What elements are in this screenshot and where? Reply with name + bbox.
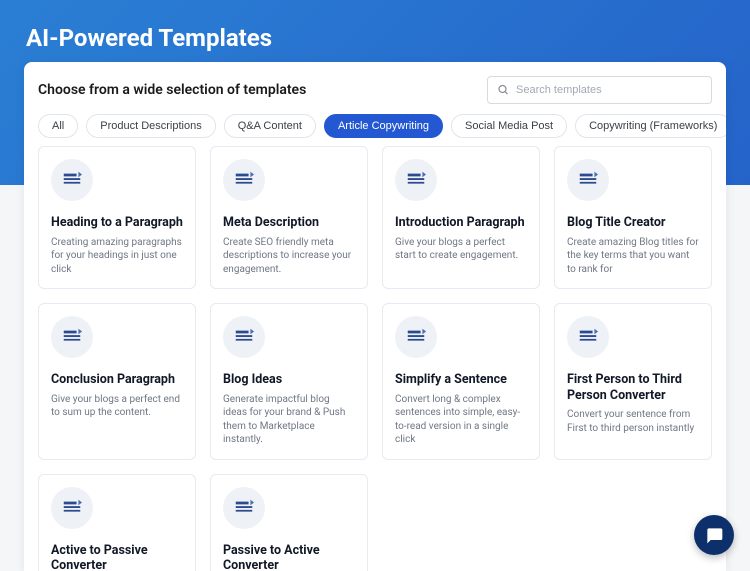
cards-scroll-area[interactable]: Heading to a Paragraph Creating amazing … <box>24 146 726 571</box>
card-title: Simplify a Sentence <box>395 372 527 388</box>
card-desc: Give your blogs a perfect end to sum up … <box>51 393 183 420</box>
card-title: Active to Passive Converter <box>51 543 183 571</box>
search-input[interactable] <box>487 76 712 104</box>
template-card[interactable]: Introduction Paragraph Give your blogs a… <box>382 146 540 289</box>
tab-copywriting-frameworks[interactable]: Copywriting (Frameworks) <box>575 114 726 138</box>
templates-grid: Heading to a Paragraph Creating amazing … <box>38 146 712 571</box>
card-desc: Create amazing Blog titles for the key t… <box>567 236 699 277</box>
tab-qa-content[interactable]: Q&A Content <box>224 114 316 138</box>
template-card[interactable]: Simplify a Sentence Convert long & compl… <box>382 303 540 460</box>
card-title: Blog Title Creator <box>567 215 699 231</box>
card-title: Heading to a Paragraph <box>51 215 183 231</box>
document-icon <box>223 159 265 201</box>
page-title: AI-Powered Templates <box>0 0 750 52</box>
document-icon <box>395 159 437 201</box>
tab-product-descriptions[interactable]: Product Descriptions <box>86 114 216 138</box>
card-desc: Creating amazing paragraphs for your hea… <box>51 236 183 277</box>
tab-article-copywriting[interactable]: Article Copywriting <box>324 114 443 138</box>
card-desc: Convert long & complex sentences into si… <box>395 393 527 447</box>
card-desc: Give your blogs a perfect start to creat… <box>395 236 527 263</box>
document-icon <box>223 487 265 529</box>
card-desc: Generate impactful blog ideas for your b… <box>223 393 355 447</box>
chat-launcher[interactable] <box>694 515 734 555</box>
document-icon <box>51 159 93 201</box>
templates-panel: Choose from a wide selection of template… <box>24 62 726 571</box>
document-icon <box>223 316 265 358</box>
template-card[interactable]: Active to Passive Converter <box>38 474 196 571</box>
tab-social-media-post[interactable]: Social Media Post <box>451 114 567 138</box>
tab-all[interactable]: All <box>38 114 78 138</box>
document-icon <box>51 487 93 529</box>
search-container <box>487 76 712 104</box>
document-icon <box>567 316 609 358</box>
card-desc: Convert your sentence from First to thir… <box>567 408 699 435</box>
category-tabs: All Product Descriptions Q&A Content Art… <box>24 114 726 146</box>
template-card[interactable]: Blog Title Creator Create amazing Blog t… <box>554 146 712 289</box>
document-icon <box>567 159 609 201</box>
template-card[interactable]: Passive to Active Converter <box>210 474 368 571</box>
document-icon <box>395 316 437 358</box>
card-title: Meta Description <box>223 215 355 231</box>
card-title: Introduction Paragraph <box>395 215 527 231</box>
template-card[interactable]: First Person to Third Person Converter C… <box>554 303 712 460</box>
card-title: Blog Ideas <box>223 372 355 388</box>
card-title: Passive to Active Converter <box>223 543 355 571</box>
template-card[interactable]: Conclusion Paragraph Give your blogs a p… <box>38 303 196 460</box>
template-card[interactable]: Meta Description Create SEO friendly met… <box>210 146 368 289</box>
card-desc: Create SEO friendly meta descriptions to… <box>223 236 355 277</box>
card-title: Conclusion Paragraph <box>51 372 183 388</box>
template-card[interactable]: Blog Ideas Generate impactful blog ideas… <box>210 303 368 460</box>
template-card[interactable]: Heading to a Paragraph Creating amazing … <box>38 146 196 289</box>
card-title: First Person to Third Person Converter <box>567 372 699 403</box>
chat-icon <box>704 525 724 545</box>
panel-subtitle: Choose from a wide selection of template… <box>38 82 306 98</box>
document-icon <box>51 316 93 358</box>
panel-header: Choose from a wide selection of template… <box>24 62 726 114</box>
